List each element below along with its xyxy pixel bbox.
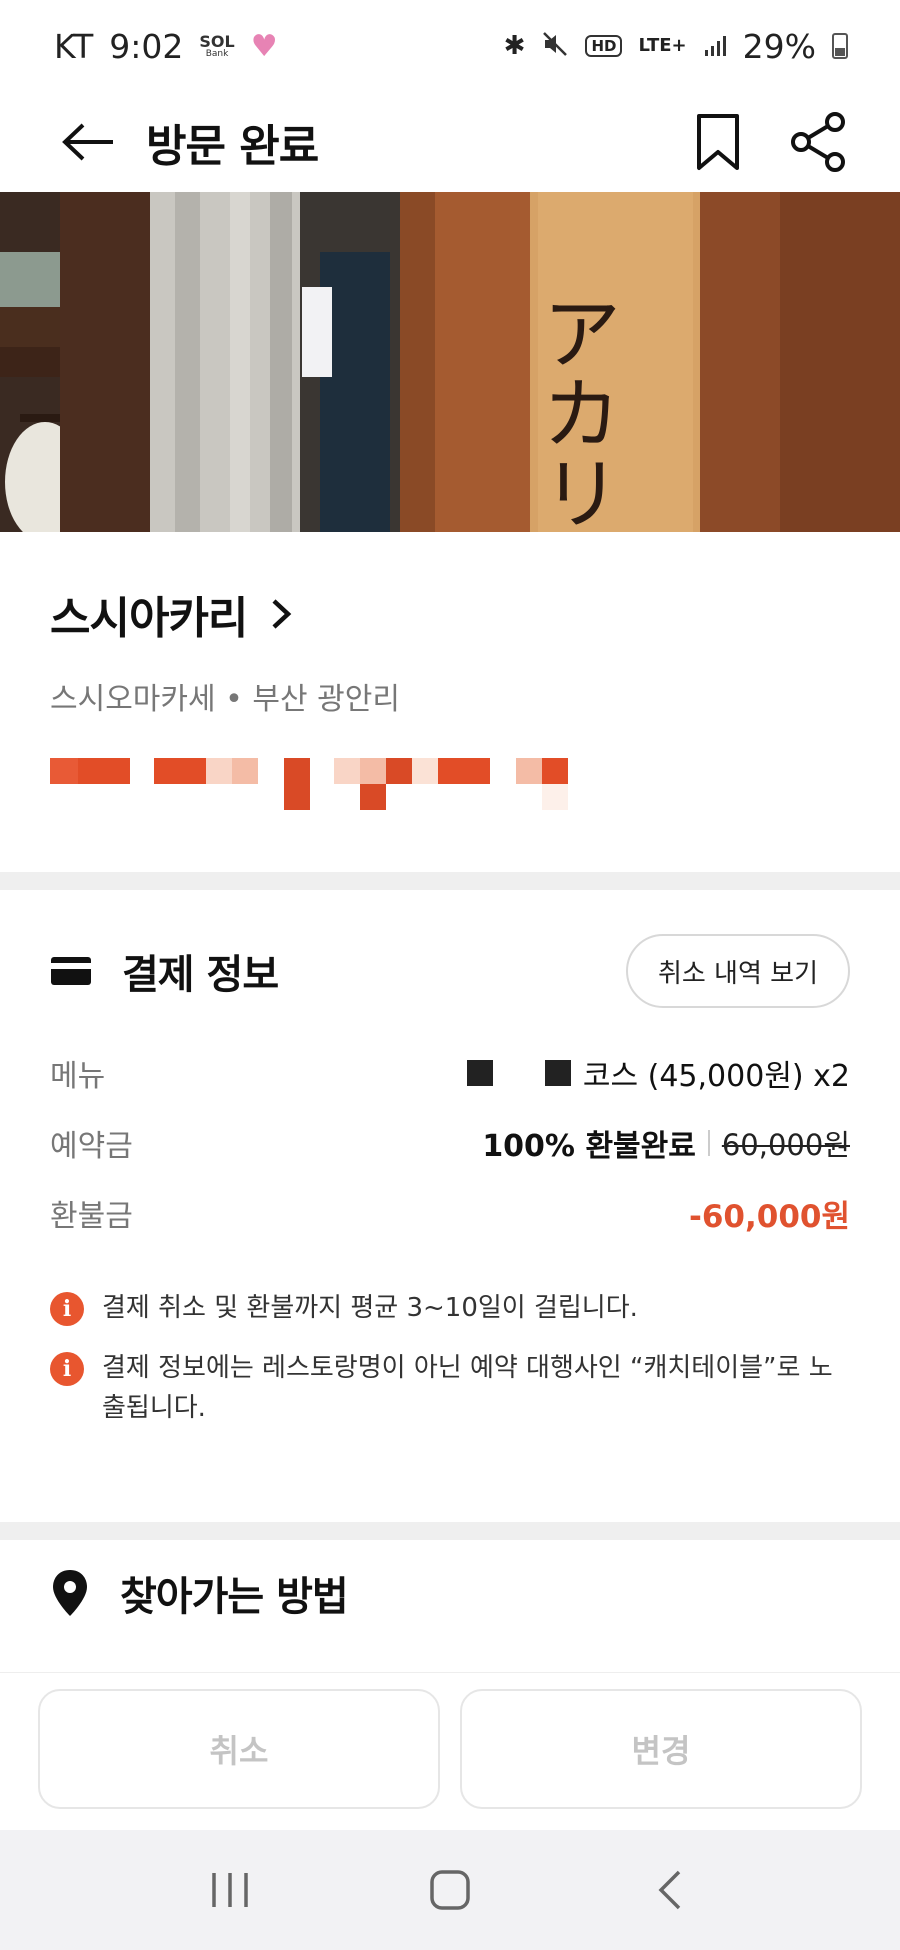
chevron-right-icon [272,599,292,629]
restaurant-meta: 스시오마카세 • 부산 광안리 [50,674,850,718]
restaurant-link[interactable]: 스시아카리 [50,582,850,646]
bluetooth-icon: ✱ [503,31,526,61]
payment-rows: 메뉴 코스 (45,000원) x2 예약금 100% 환불완료 60,000원… [50,1038,850,1248]
home-icon [430,1870,470,1910]
sol-bank-icon: SOL Bank [199,31,235,59]
directions-header: 찾아가는 방법 [50,1564,850,1622]
info-icon: i [50,1292,84,1326]
status-right: ✱ HD LTE+ 29% [504,27,848,66]
menu-label: 메뉴 [50,1059,106,1094]
restaurant-photo: アカリ [0,192,900,532]
payment-notes: i 결제 취소 및 환불까지 평균 3~10일이 걸립니다. i 결제 정보에는… [50,1288,850,1428]
location-pin-icon [53,1570,87,1616]
restaurant-name: 스시아카리 [50,593,248,644]
info-icon: i [50,1352,84,1386]
share-button[interactable] [786,110,850,174]
redacted-block [544,1060,571,1086]
original-deposit: 60,000원 [721,1128,850,1162]
share-icon [791,112,845,172]
deposit-label: 예약금 [50,1129,133,1164]
change-reservation-button[interactable]: 변경 [460,1689,862,1809]
payment-header: 결제 정보 취소 내역 보기 [50,934,850,1008]
page-title: 방문 완료 [146,121,319,172]
cancel-reservation-button[interactable]: 취소 [38,1689,440,1809]
bank-label: Bank [205,48,229,59]
credit-card-icon [51,957,91,985]
back-button[interactable] [58,112,118,172]
battery-icon [832,33,848,59]
value-divider [707,1130,710,1156]
menu-value: 코스 (45,000원) x2 [582,1059,850,1094]
refund-row: 환불금 -60,000원 [50,1178,850,1248]
note-item: i 결제 취소 및 환불까지 평균 3~10일이 걸립니다. [50,1288,850,1328]
system-back-button[interactable] [625,1855,715,1925]
menu-row: 메뉴 코스 (45,000원) x2 [50,1038,850,1108]
refund-status: 100% 환불완료 [482,1129,696,1164]
bookmark-button[interactable] [686,110,750,174]
deposit-row: 예약금 100% 환불완료 60,000원 [50,1108,850,1178]
refund-amount: -60,000원 [688,1198,850,1235]
signal-icon [703,27,727,66]
restaurant-info: 스시아카리 스시오마카세 • 부산 광안리 [0,532,900,872]
status-bar: KT 9:02 SOL Bank ♥ ✱ HD LTE+ 29% [0,0,900,92]
sign-text: アカリ [529,292,622,532]
recent-apps-button[interactable] [185,1855,275,1925]
refund-label: 환불금 [50,1199,133,1234]
sol-label: SOL [199,31,235,51]
directions-title: 찾아가는 방법 [120,1574,349,1620]
menu-value-wrap: 코스 (45,000원) x2 [466,1051,850,1095]
lte-label: LTE+ [638,35,687,56]
home-button[interactable] [405,1855,495,1925]
bottom-action-bar: 취소 변경 [0,1672,900,1830]
deposit-value-wrap: 100% 환불완료 60,000원 [482,1121,850,1165]
restaurant-category: 스시오마카세 [50,682,216,717]
section-divider [0,872,900,890]
chevron-left-icon [658,1870,681,1910]
recent-apps-icon [212,1873,248,1907]
meta-separator: • [225,682,243,717]
cancel-history-button[interactable]: 취소 내역 보기 [625,934,850,1008]
redacted-info-pixels [50,758,850,818]
mute-icon [541,27,569,66]
back-arrow-icon [62,123,113,161]
status-left: KT 9:02 SOL Bank ♥ [54,27,278,66]
clock: 9:02 [109,26,184,66]
note-text: 결제 정보에는 레스토랑명이 아닌 예약 대행사인 “캐치테이블”로 노출됩니다… [102,1353,833,1423]
payment-title: 결제 정보 [122,952,279,998]
battery-percent: 29% [742,26,816,66]
carrier-label: KT [54,26,94,66]
note-text: 결제 취소 및 환불까지 평균 3~10일이 걸립니다. [102,1293,638,1323]
restaurant-location: 부산 광안리 [252,682,400,717]
app-header: 방문 완료 [0,92,900,192]
heart-icon: ♥ [250,28,278,64]
redacted-block [466,1060,493,1086]
system-nav-bar [0,1830,900,1950]
bookmark-icon [697,114,739,170]
directions-section: 찾아가는 방법 [0,1540,900,1670]
hd-voice-icon: HD [585,35,623,57]
section-divider [0,1522,900,1540]
payment-section: 결제 정보 취소 내역 보기 메뉴 코스 (45,000원) x2 예약금 10… [0,890,900,1520]
note-item: i 결제 정보에는 레스토랑명이 아닌 예약 대행사인 “캐치테이블”로 노출됩… [50,1348,850,1428]
